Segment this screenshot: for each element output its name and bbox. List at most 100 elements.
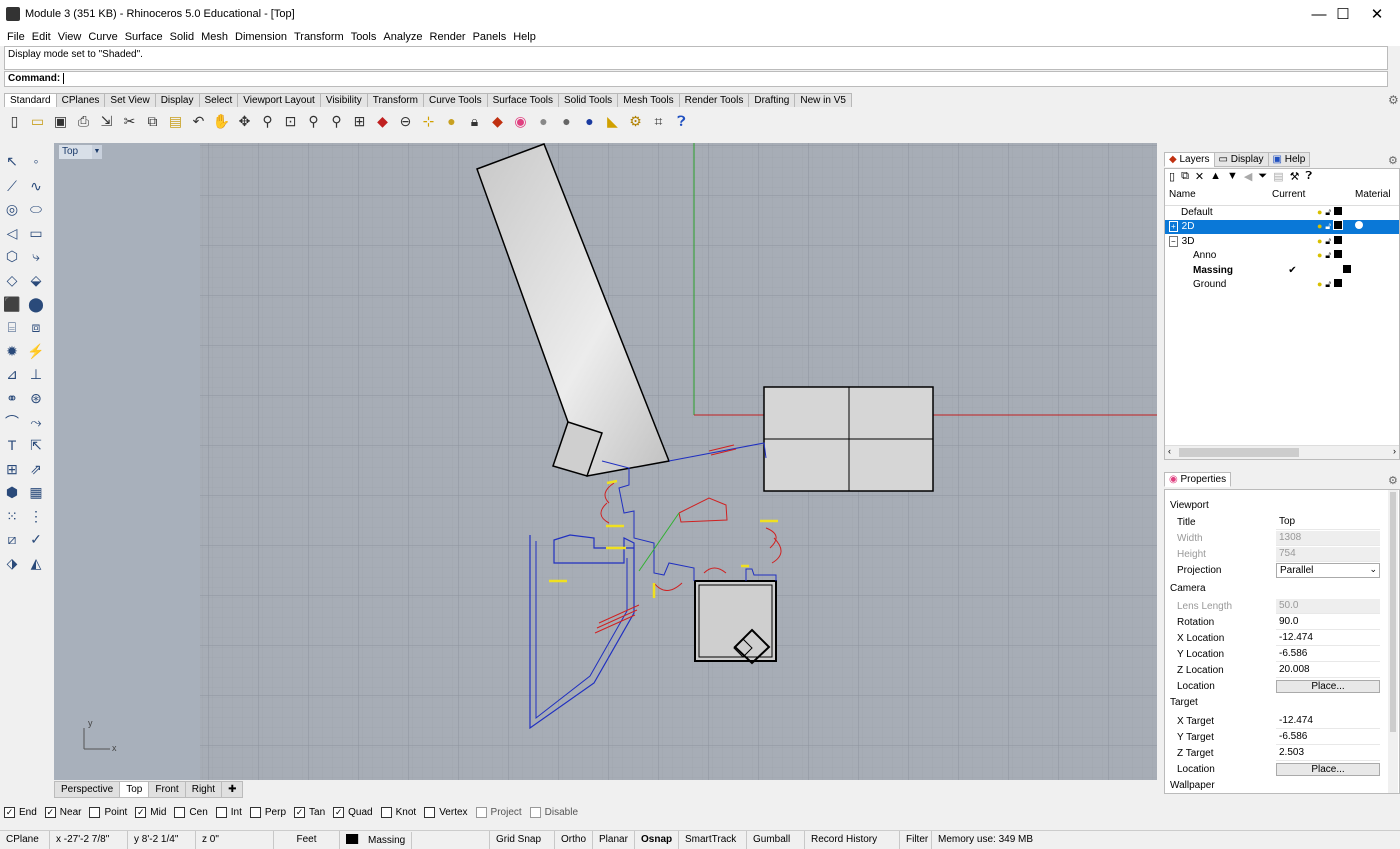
osnap-end[interactable]: ✓ End [4, 806, 37, 818]
dimension-icon[interactable]: ⇱ [25, 434, 47, 456]
scroll-left-icon[interactable]: ‹ [1168, 446, 1171, 456]
osnap-point-checkbox[interactable] [89, 806, 101, 818]
column-current[interactable]: Current [1270, 185, 1315, 205]
menu-render[interactable]: Render [423, 30, 466, 44]
tab-help[interactable]: ▣ Help [1267, 152, 1311, 167]
add-viewport-tab-icon[interactable]: ✚ [221, 781, 244, 798]
split-icon[interactable]: ⊥ [25, 363, 47, 385]
hatch-icon[interactable]: ▦ [25, 481, 47, 503]
menu-surface[interactable]: Surface [118, 30, 163, 44]
osnap-project[interactable]: Project [475, 806, 522, 818]
osnap-quad[interactable]: ✓ Quad [333, 806, 373, 818]
settings-gear-icon[interactable]: ⚙ [625, 110, 646, 132]
status-filter[interactable]: Filter [900, 831, 932, 849]
tab-drafting[interactable]: Drafting [748, 93, 796, 107]
mesh-icon[interactable]: ⧈ [25, 316, 47, 338]
layer-color-swatch[interactable] [1343, 264, 1351, 273]
tab-viewport-layout[interactable]: Viewport Layout [237, 93, 321, 107]
explode-icon[interactable]: ⚡ [25, 340, 47, 362]
osnap-mid[interactable]: ✓ Mid [135, 806, 166, 818]
unlocked-icon[interactable]: 🔓︎ [1325, 207, 1331, 217]
layer-icon[interactable]: ◆ [487, 110, 508, 132]
menu-analyze[interactable]: Analyze [376, 30, 422, 44]
lamp-icon[interactable]: ◣ [602, 110, 623, 132]
layer-row-3d[interactable]: −3D ● 🔓︎ [1165, 234, 1399, 249]
text-icon[interactable]: T [1, 434, 23, 456]
osnap-int[interactable]: Int [215, 806, 242, 818]
new-file-icon[interactable]: ▯ [4, 110, 25, 132]
move-down-icon[interactable]: ▼ [1227, 170, 1238, 184]
layer-row-ground[interactable]: Ground ● 🔓︎ [1165, 278, 1399, 293]
tab-curve-tools[interactable]: Curve Tools [422, 93, 488, 107]
car-icon[interactable]: ◆ [372, 110, 393, 132]
tab-surface-tools[interactable]: Surface Tools [486, 93, 559, 107]
light-icon[interactable]: ● [441, 110, 462, 132]
tab-new-in-v5[interactable]: New in V5 [794, 93, 852, 107]
layer-color-swatch[interactable] [1333, 250, 1342, 259]
rotate-view-icon[interactable]: ✥ [234, 110, 255, 132]
visible-bulb-icon[interactable]: ● [1317, 279, 1322, 289]
tab-transform[interactable]: Transform [366, 93, 424, 107]
layer-row-default[interactable]: Default ● 🔓︎ [1165, 205, 1399, 220]
top-viewport[interactable]: y x Top ▼ [54, 143, 1157, 780]
scrollbar-thumb[interactable] [1390, 492, 1396, 732]
save-icon[interactable]: ▣ [50, 110, 71, 132]
column-name[interactable]: Name [1165, 185, 1270, 205]
paste-icon[interactable]: ▤ [165, 110, 186, 132]
expand-icon[interactable]: + [1169, 221, 1178, 233]
surface-from-points-icon[interactable]: ◇ [1, 269, 23, 291]
cut-icon[interactable]: ✂ [119, 110, 140, 132]
status-planar[interactable]: Planar [593, 831, 635, 849]
layer-color-swatch[interactable] [1333, 207, 1342, 215]
zoom-window-icon[interactable]: ⚲ [303, 110, 324, 132]
command-line[interactable]: Command: [4, 71, 1388, 87]
lock-icon[interactable]: 🔒︎ [464, 110, 485, 132]
panel-options-gear-icon[interactable]: ⚙ [1388, 154, 1398, 167]
scale-icon[interactable]: ⇗ [25, 458, 47, 480]
tab-properties[interactable]: ◉ Properties [1164, 472, 1232, 487]
tab-standard[interactable]: Standard [4, 93, 57, 107]
color-wheel-icon[interactable]: ◉ [510, 110, 531, 132]
rendered-sphere-icon[interactable]: ● [556, 110, 577, 132]
trim-icon[interactable]: ⊿ [1, 363, 23, 385]
layer-row-massing[interactable]: Massing ✔ [1165, 263, 1399, 278]
polyline-icon[interactable]: ⟋ [1, 175, 23, 197]
tab-mesh-tools[interactable]: Mesh Tools [617, 93, 680, 107]
menu-dimension[interactable]: Dimension [228, 30, 287, 44]
layer-color-swatch[interactable] [1333, 279, 1342, 288]
zoom-extents-icon[interactable]: ⊡ [280, 110, 301, 132]
toolbar-options-gear-icon[interactable]: ⚙ [1388, 93, 1399, 107]
render-mesh-icon[interactable]: ⧄ [1, 528, 23, 550]
orient-icon[interactable]: ⬗ [1, 552, 23, 574]
point-icon[interactable]: ◦ [25, 150, 47, 172]
layer-color-swatch[interactable] [1333, 235, 1342, 244]
menu-edit[interactable]: Edit [25, 30, 51, 44]
osnap-end-checkbox[interactable]: ✓ [4, 806, 15, 818]
check-icon[interactable]: ✓ [25, 528, 47, 550]
fillet-curve-icon[interactable]: ⤷ [25, 245, 47, 267]
osnap-project-checkbox[interactable] [475, 806, 487, 818]
menu-panels[interactable]: Panels [466, 30, 507, 44]
status-gumball[interactable]: Gumball [747, 831, 805, 849]
snap-icon[interactable]: ⊹ [418, 110, 439, 132]
print-icon[interactable]: ⎙ [73, 110, 94, 132]
menu-file[interactable]: File [0, 30, 25, 44]
osnap-point[interactable]: Point [89, 806, 127, 818]
new-sublayer-icon[interactable]: ⧉ [1181, 170, 1189, 184]
viewport-layout-icon[interactable]: ⊞ [349, 110, 370, 132]
grid-array-icon[interactable]: ⁙ [1, 505, 23, 527]
layer-help-icon[interactable]: ❓︎ [1305, 170, 1312, 184]
arc-icon[interactable]: ◁ [1, 222, 23, 244]
tab-display[interactable]: Display [154, 93, 200, 107]
extrude-surface-icon[interactable]: ⬙ [25, 269, 47, 291]
material-icon[interactable] [1355, 221, 1363, 230]
scroll-right-icon[interactable]: › [1393, 446, 1396, 456]
cplane-icon[interactable]: ⊖ [395, 110, 416, 132]
tab-perspective[interactable]: Perspective [54, 781, 121, 798]
osnap-vertex-checkbox[interactable] [424, 806, 436, 818]
layer-color-swatch[interactable] [1332, 220, 1343, 231]
osnap-perp[interactable]: Perp [249, 806, 286, 818]
tab-set-view[interactable]: Set View [104, 93, 156, 107]
close-button[interactable]: ✕ [1354, 0, 1400, 30]
cylinder-icon[interactable]: ⌸ [1, 316, 23, 338]
